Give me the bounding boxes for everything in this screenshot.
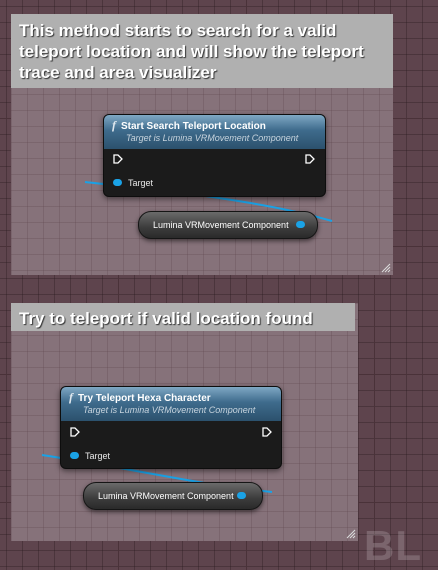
variable-label: Lumina VRMovement Component <box>153 220 289 230</box>
blueprint-watermark: BL <box>364 522 422 569</box>
target-pin-label: Target <box>128 178 154 188</box>
target-pin-label: Target <box>85 451 111 461</box>
exec-in-pin-icon[interactable] <box>70 427 80 437</box>
variable-lumina-vrmovement-2[interactable]: Lumina VRMovement Component <box>83 482 263 510</box>
variable-out-pin[interactable] <box>237 492 246 499</box>
node-title-text: Try Teleport Hexa Character <box>78 393 211 404</box>
variable-label: Lumina VRMovement Component <box>98 491 234 501</box>
target-pin[interactable] <box>113 179 122 186</box>
variable-lumina-vrmovement-1[interactable]: Lumina VRMovement Component <box>138 211 318 239</box>
variable-out-pin[interactable] <box>296 221 305 228</box>
node-start-search-teleport[interactable]: f Start Search Teleport Location Target i… <box>103 114 326 197</box>
exec-out-pin-icon[interactable] <box>305 154 315 164</box>
target-pin[interactable] <box>70 452 79 459</box>
node-subtitle: Target is Lumina VRMovement Component <box>83 405 256 415</box>
node-header[interactable]: f Try Teleport Hexa Character Target is L… <box>61 387 281 421</box>
node-title: f Try Teleport Hexa Character <box>69 390 211 405</box>
node-subtitle: Target is Lumina VRMovement Component <box>126 133 299 143</box>
exec-in-pin-icon[interactable] <box>113 154 123 164</box>
function-icon: f <box>112 118 116 132</box>
function-icon: f <box>69 390 73 404</box>
exec-out-pin-icon[interactable] <box>262 427 272 437</box>
node-title: f Start Search Teleport Location <box>112 118 266 133</box>
node-title-text: Start Search Teleport Location <box>121 121 266 132</box>
node-try-teleport-hexa[interactable]: f Try Teleport Hexa Character Target is L… <box>60 386 282 469</box>
node-header[interactable]: f Start Search Teleport Location Target i… <box>104 115 325 149</box>
